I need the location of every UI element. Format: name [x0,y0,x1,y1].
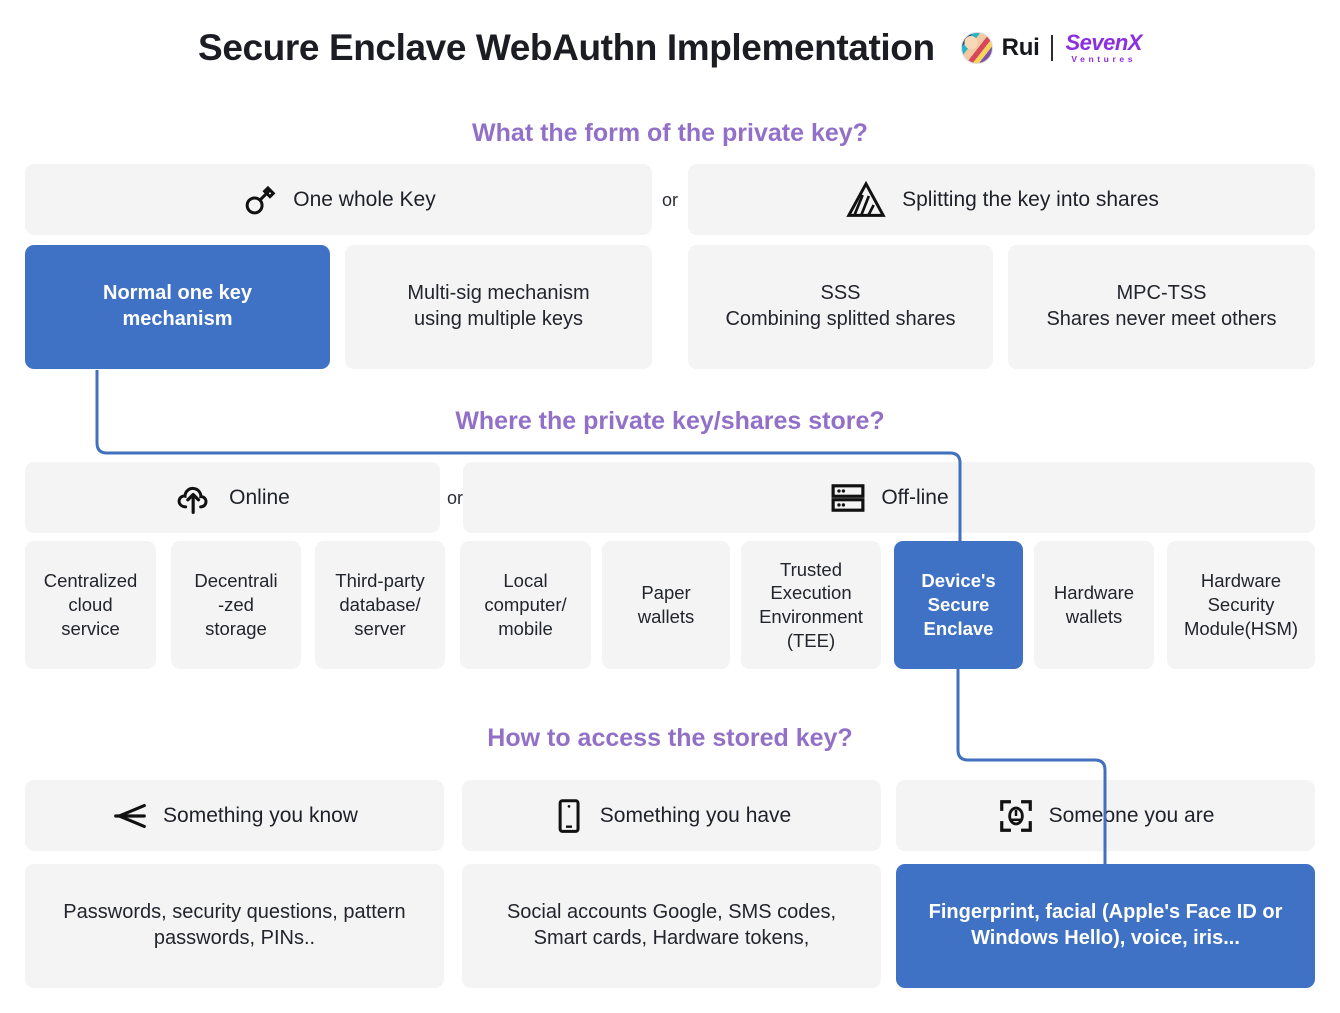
option-line: using multiple keys [414,308,583,330]
mobile-device-icon [558,798,580,833]
split-shares-icon [846,180,886,217]
page-header: Secure Enclave WebAuthn Implementation R… [0,18,1340,78]
option-line: SSS [820,282,861,305]
option-line: Windows Hello), voice, iris... [971,927,1240,949]
option-line: Trusted [779,558,842,580]
option-line: Smart cards, Hardware tokens, [533,927,810,949]
storage-centralized-cloud[interactable]: Centralized cloud service [25,541,156,669]
option-line: Hardware [1053,582,1135,604]
option-line: database/ [339,594,421,616]
option-line: Centralized [43,570,138,592]
option-line: Local [503,570,548,592]
option-line: wallets [637,606,695,627]
option-line: Enclave [923,617,994,639]
storage-tee[interactable]: Trusted Execution Environment (TEE) [741,541,881,669]
storage-hsm[interactable]: Hardware Security Module(HSM) [1167,541,1315,669]
option-sss[interactable]: SSS Combining splitted shares [688,245,993,369]
option-line: Device's [921,570,996,592]
face-scan-icon [999,799,1032,832]
storage-device-secure-enclave[interactable]: Device's Secure Enclave [894,541,1023,669]
banner-split-shares[interactable]: Splitting the key into shares [688,164,1315,235]
option-line: Third-party [335,570,425,592]
storage-paper-wallets[interactable]: Paper wallets [602,541,730,669]
option-line: -zed [217,594,254,616]
question-heading-form: What the form of the private key? [472,119,868,147]
option-mpc-tss[interactable]: MPC-TSS Shares never meet others [1008,245,1315,369]
key-icon [245,185,276,214]
banner-label: Off-line [881,485,949,509]
banner-something-you-have[interactable]: Something you have [462,780,881,851]
or-label-form: or [661,190,678,210]
option-normal-one-key[interactable]: Normal one key mechanism [25,245,330,369]
option-line: mechanism [122,308,233,330]
option-line: mobile [498,617,553,639]
option-multisig[interactable]: Multi-sig mechanism using multiple keys [345,245,652,369]
banner-label: Splitting the key into shares [902,187,1159,211]
option-line: cloud [68,594,113,616]
option-line: server [354,617,406,639]
option-line: Security [1207,594,1275,616]
server-rack-icon [831,483,865,512]
brand-divider [1051,35,1054,61]
brain-knowledge-icon [114,803,146,828]
option-line: Paper [641,582,691,604]
storage-hardware-wallets[interactable]: Hardware wallets [1034,541,1154,669]
banner-label: Something you have [599,803,792,827]
brand-lockup: Rui SevenX Ventures [960,32,1142,64]
access-biometric-details[interactable]: Fingerprint, facial (Apple's Face ID or … [896,864,1315,988]
option-line: storage [205,617,267,639]
option-line: Combining splitted shares [725,308,956,330]
access-knowledge-details[interactable]: Passwords, security questions, pattern p… [25,864,444,988]
question-heading-access: How to access the stored key? [487,724,853,752]
storage-local-computer[interactable]: Local computer/ mobile [460,541,591,669]
banner-offline[interactable]: Off-line [463,462,1315,533]
banner-online[interactable]: Online [25,462,440,533]
option-line: Module(HSM) [1183,617,1299,639]
option-line: Decentrali [194,570,278,592]
option-line: (TEE) [786,629,836,651]
banner-one-whole-key[interactable]: One whole Key [25,164,652,235]
avatar-portrait-icon [960,32,993,64]
banner-something-you-know[interactable]: Something you know [25,780,444,851]
option-line: Shares never meet others [1046,308,1277,330]
storage-decentralized[interactable]: Decentrali -zed storage [171,541,301,669]
option-line: Multi-sig mechanism [407,282,590,305]
option-line: Fingerprint, facial (Apple's Face ID or [928,901,1283,924]
sevenx-logo: SevenX Ventures [1065,32,1142,64]
option-line: Passwords, security questions, pattern [63,901,406,924]
option-line: Normal one key [103,282,252,305]
option-line: computer/ [484,594,567,616]
page-title: Secure Enclave WebAuthn Implementation [198,27,935,68]
sevenx-tagline: Ventures [1071,54,1137,65]
option-line: wallets [1065,606,1123,627]
option-line: MPC-TSS [1116,282,1207,305]
banner-label: Something you know [163,803,358,827]
option-line: Environment [759,606,863,627]
storage-third-party-db[interactable]: Third-party database/ server [315,541,445,669]
option-line: Hardware [1200,570,1282,592]
brand-author-name: Rui [1001,34,1040,61]
option-line: Social accounts Google, SMS codes, [506,901,837,924]
sevenx-wordmark: SevenX [1065,30,1142,56]
question-heading-storage: Where the private key/shares store? [455,407,885,435]
option-line: passwords, PINs.. [153,927,316,949]
option-line: Execution [770,582,852,604]
cloud-upload-icon [177,486,208,514]
banner-label: Online [229,485,290,509]
option-line: service [61,617,120,639]
banner-label: One whole Key [293,187,436,211]
banner-label: Someone you are [1048,803,1215,827]
option-line: Secure [927,594,990,616]
access-possession-details[interactable]: Social accounts Google, SMS codes, Smart… [462,864,881,988]
banner-someone-you-are[interactable]: Someone you are [896,780,1315,851]
